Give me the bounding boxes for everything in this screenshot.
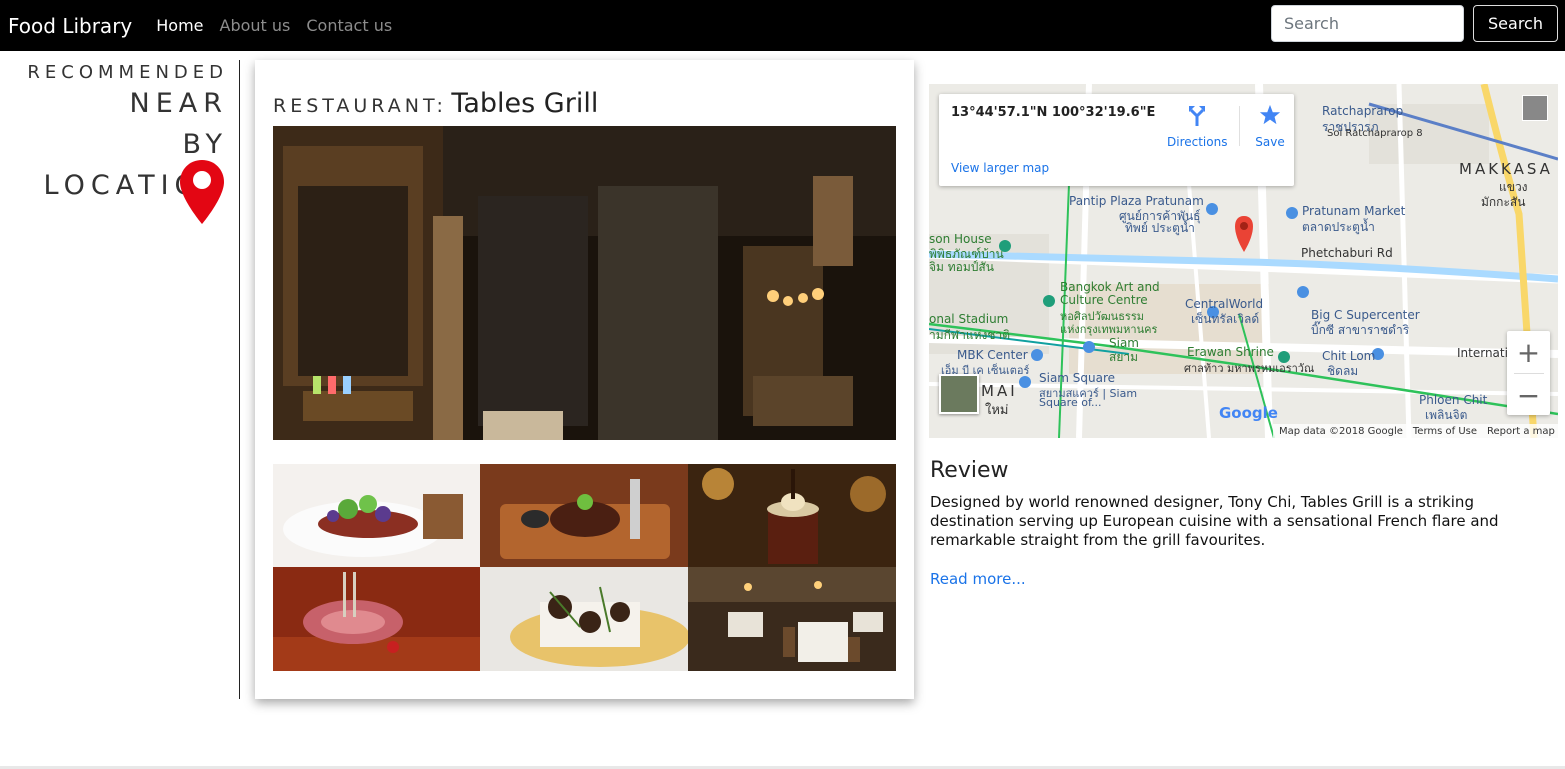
map-label-mbk: MBK Center [957, 348, 1028, 362]
search-button[interactable]: Search [1473, 5, 1558, 42]
gallery-thumb-dining-room[interactable] [688, 567, 896, 671]
map-label-makkasan: MAKKASA [1459, 160, 1553, 178]
map-data-credit: Map data ©2018 Google [1279, 425, 1403, 437]
zoom-in-button[interactable]: + [1507, 331, 1550, 373]
map-label-erawan: Erawan Shrine [1187, 345, 1274, 359]
directions-icon [1189, 106, 1205, 126]
map-label-erawan-th: ศาลท้าว มหาพรหมเอราวัณ [1184, 362, 1315, 375]
star-icon [1259, 104, 1281, 125]
gallery-thumb-fish[interactable] [480, 567, 688, 671]
map-label-soi: Soi Ratchaprarop 8 [1327, 128, 1423, 139]
map-label-siamsq: Siam Square [1039, 371, 1116, 385]
map-label-pratunam: Pratunam Market [1302, 204, 1406, 218]
food-gallery [273, 464, 896, 671]
map-label-central: CentralWorld [1185, 297, 1264, 311]
terms-of-use-link[interactable]: Terms of Use [1413, 426, 1477, 437]
map-label-pantip-th2: ทิพย์ ประตูน้ำ [1125, 221, 1195, 235]
directions-label: Directions [1167, 135, 1228, 149]
map-pin-icon[interactable] [178, 158, 226, 226]
map-label-phloen: Phloen Chit [1419, 393, 1488, 407]
nav-about-link[interactable]: About us [220, 16, 291, 35]
map-label-mai-th: ใหม่ [985, 403, 1009, 418]
nav-home-link[interactable]: Home [156, 16, 203, 35]
google-logo: Google [1219, 404, 1278, 422]
map-coordinates: 13°44'57.1"N 100°32'19.6"E [951, 105, 1156, 120]
map-label-ratchaprarop: Ratchaprarop [1322, 104, 1404, 118]
view-larger-map-link[interactable]: View larger map [951, 161, 1049, 175]
map-label-pratunam-th: ตลาดประตูน้ำ [1302, 220, 1375, 234]
map-label-siam-th: สยาม [1109, 350, 1139, 364]
gallery-thumb-dessert[interactable] [688, 464, 896, 567]
map-zoom-controls: + − [1507, 331, 1550, 415]
map-label-jason: son House [929, 232, 992, 246]
map-label-bigc: Big C Supercenter [1311, 308, 1420, 322]
restaurant-prefix: RESTAURANT: [273, 95, 447, 117]
map-label-siamsq2: Square of... [1039, 396, 1102, 409]
map-label-jason-th2: จิม ทอมป์สัน [929, 260, 994, 274]
gallery-thumb-steak[interactable] [480, 464, 688, 567]
map-info-box: 13°44'57.1"N 100°32'19.6"E Directions Sa… [939, 94, 1294, 186]
navbar: Food Library Home About us Contact us Se… [0, 0, 1565, 51]
read-more-link[interactable]: Read more... [930, 570, 1026, 588]
brand-logo[interactable]: Food Library [8, 14, 132, 38]
zoom-out-button[interactable]: − [1507, 374, 1550, 416]
restaurant-name: Tables Grill [451, 88, 599, 119]
map-label-pantip: Pantip Plaza Pratunam [1069, 194, 1204, 208]
report-map-error-link[interactable]: Report a map error [1487, 426, 1558, 437]
user-avatar-icon[interactable] [1522, 95, 1548, 121]
map-label-central-th: เซ็นทรัลเวิลด์ [1191, 312, 1260, 326]
map-label-bacc1: Bangkok Art and [1060, 280, 1160, 294]
gallery-thumb-tartare[interactable] [273, 464, 480, 567]
location-map[interactable]: Ratchaprarop ราชปรารภ Soi Ratchaprarop 8… [929, 84, 1558, 438]
review-heading: Review [930, 458, 1009, 483]
sidebar-divider [239, 60, 240, 699]
directions-button[interactable]: Directions [1167, 104, 1227, 149]
recommended-label: RECOMMENDED [27, 62, 228, 83]
map-label-chitlom-th: ชิดลม [1327, 364, 1359, 378]
map-label-bacc2: Culture Centre [1060, 293, 1148, 307]
satellite-toggle-button[interactable] [939, 374, 979, 414]
review-text: Designed by world renowned designer, Ton… [930, 493, 1499, 549]
map-label-stadium-th: ามกีฬาแห่งชาติ [929, 328, 1011, 342]
save-map-button[interactable]: Save [1250, 104, 1290, 149]
map-footer: Map data ©2018 Google Terms of Use Repor… [1273, 424, 1558, 438]
map-label-makkasan-th2: มักกะสัน [1481, 195, 1526, 209]
info-box-divider [1239, 106, 1240, 146]
near-label: NEAR [129, 88, 228, 119]
restaurant-card: RESTAURANT: Tables Grill [255, 60, 914, 699]
map-label-mai: MAI [981, 382, 1018, 400]
map-label-chitlom: Chit Lom [1322, 349, 1376, 363]
gallery-thumb-lamb[interactable] [273, 567, 480, 671]
map-label-phloen-th: เพลินจิต [1425, 408, 1468, 422]
restaurant-hero-image[interactable] [273, 126, 896, 440]
search-input[interactable] [1271, 5, 1464, 42]
map-label-phetchaburi: Phetchaburi Rd [1301, 246, 1393, 260]
nav-contact-link[interactable]: Contact us [306, 16, 392, 35]
map-label-bigc-th: บิ๊กซี สาขาราชดำริ [1311, 323, 1410, 337]
save-label: Save [1255, 135, 1285, 149]
map-label-stadium: onal Stadium [929, 312, 1009, 326]
restaurant-title: RESTAURANT: Tables Grill [273, 88, 598, 119]
